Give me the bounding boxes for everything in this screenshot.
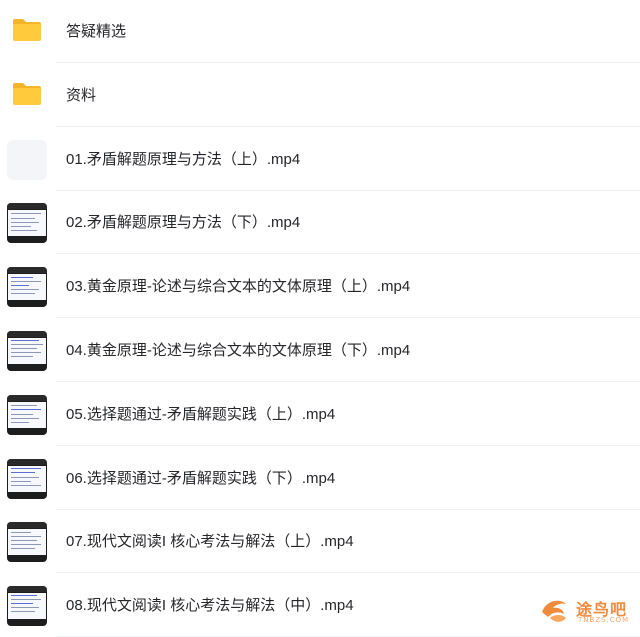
file-name[interactable]: 05.选择题通过-矛盾解题实践（上）.mp4	[66, 383, 335, 446]
video-thumbnail-wrap	[7, 458, 47, 499]
folder-name[interactable]: 资料	[66, 64, 96, 127]
folder-icon-wrap	[7, 76, 47, 116]
folder-name[interactable]: 答疑精选	[66, 0, 126, 63]
video-thumbnail-wrap	[7, 139, 47, 180]
file-row[interactable]: 07.现代文阅读I 核心考法与解法（上）.mp4	[0, 510, 640, 574]
video-thumbnail	[7, 267, 47, 308]
video-thumbnail	[7, 331, 47, 371]
file-row[interactable]: 05.选择题通过-矛盾解题实践（上）.mp4	[0, 383, 640, 446]
video-thumbnail-wrap	[7, 586, 47, 627]
file-row[interactable]: 02.矛盾解题原理与方法（下）.mp4	[0, 191, 640, 255]
folder-row[interactable]: 答疑精选	[0, 0, 640, 63]
video-thumbnail	[7, 139, 47, 180]
file-name[interactable]: 02.矛盾解题原理与方法（下）.mp4	[66, 191, 300, 254]
file-name[interactable]: 03.黄金原理-论述与综合文本的文体原理（上）.mp4	[66, 255, 410, 318]
folder-icon-wrap	[7, 12, 47, 52]
folder-icon	[13, 19, 41, 41]
file-row[interactable]: 01.矛盾解题原理与方法（上）.mp4	[0, 128, 640, 191]
file-name[interactable]: 08.现代文阅读I 核心考法与解法（中）.mp4	[66, 574, 354, 637]
video-thumbnail-wrap	[7, 203, 47, 244]
video-thumbnail-wrap	[7, 394, 47, 435]
video-thumbnail	[7, 586, 47, 627]
file-name[interactable]: 04.黄金原理-论述与综合文本的文体原理（下）.mp4	[66, 319, 410, 382]
folder-row[interactable]: 资料	[0, 64, 640, 127]
video-thumbnail-wrap	[7, 267, 47, 308]
video-thumbnail	[7, 203, 47, 244]
watermark-subtext: TNBZS.COM	[578, 616, 630, 624]
folder-icon	[13, 82, 41, 105]
watermark-logo: 途鸟吧 TNBZS.COM	[536, 594, 632, 628]
video-thumbnail	[7, 458, 47, 499]
file-name[interactable]: 01.矛盾解题原理与方法（上）.mp4	[66, 128, 300, 191]
file-row[interactable]: 04.黄金原理-论述与综合文本的文体原理（下）.mp4	[0, 319, 640, 382]
video-thumbnail	[7, 522, 47, 563]
video-thumbnail	[7, 394, 47, 435]
file-name[interactable]: 06.选择题通过-矛盾解题实践（下）.mp4	[66, 447, 335, 510]
video-thumbnail-wrap	[7, 522, 47, 563]
file-row[interactable]: 03.黄金原理-论述与综合文本的文体原理（上）.mp4	[0, 255, 640, 319]
file-name[interactable]: 07.现代文阅读I 核心考法与解法（上）.mp4	[66, 510, 354, 573]
bird-logo-icon	[542, 600, 566, 622]
video-thumbnail-wrap	[7, 331, 47, 371]
file-row[interactable]: 06.选择题通过-矛盾解题实践（下）.mp4	[0, 447, 640, 510]
